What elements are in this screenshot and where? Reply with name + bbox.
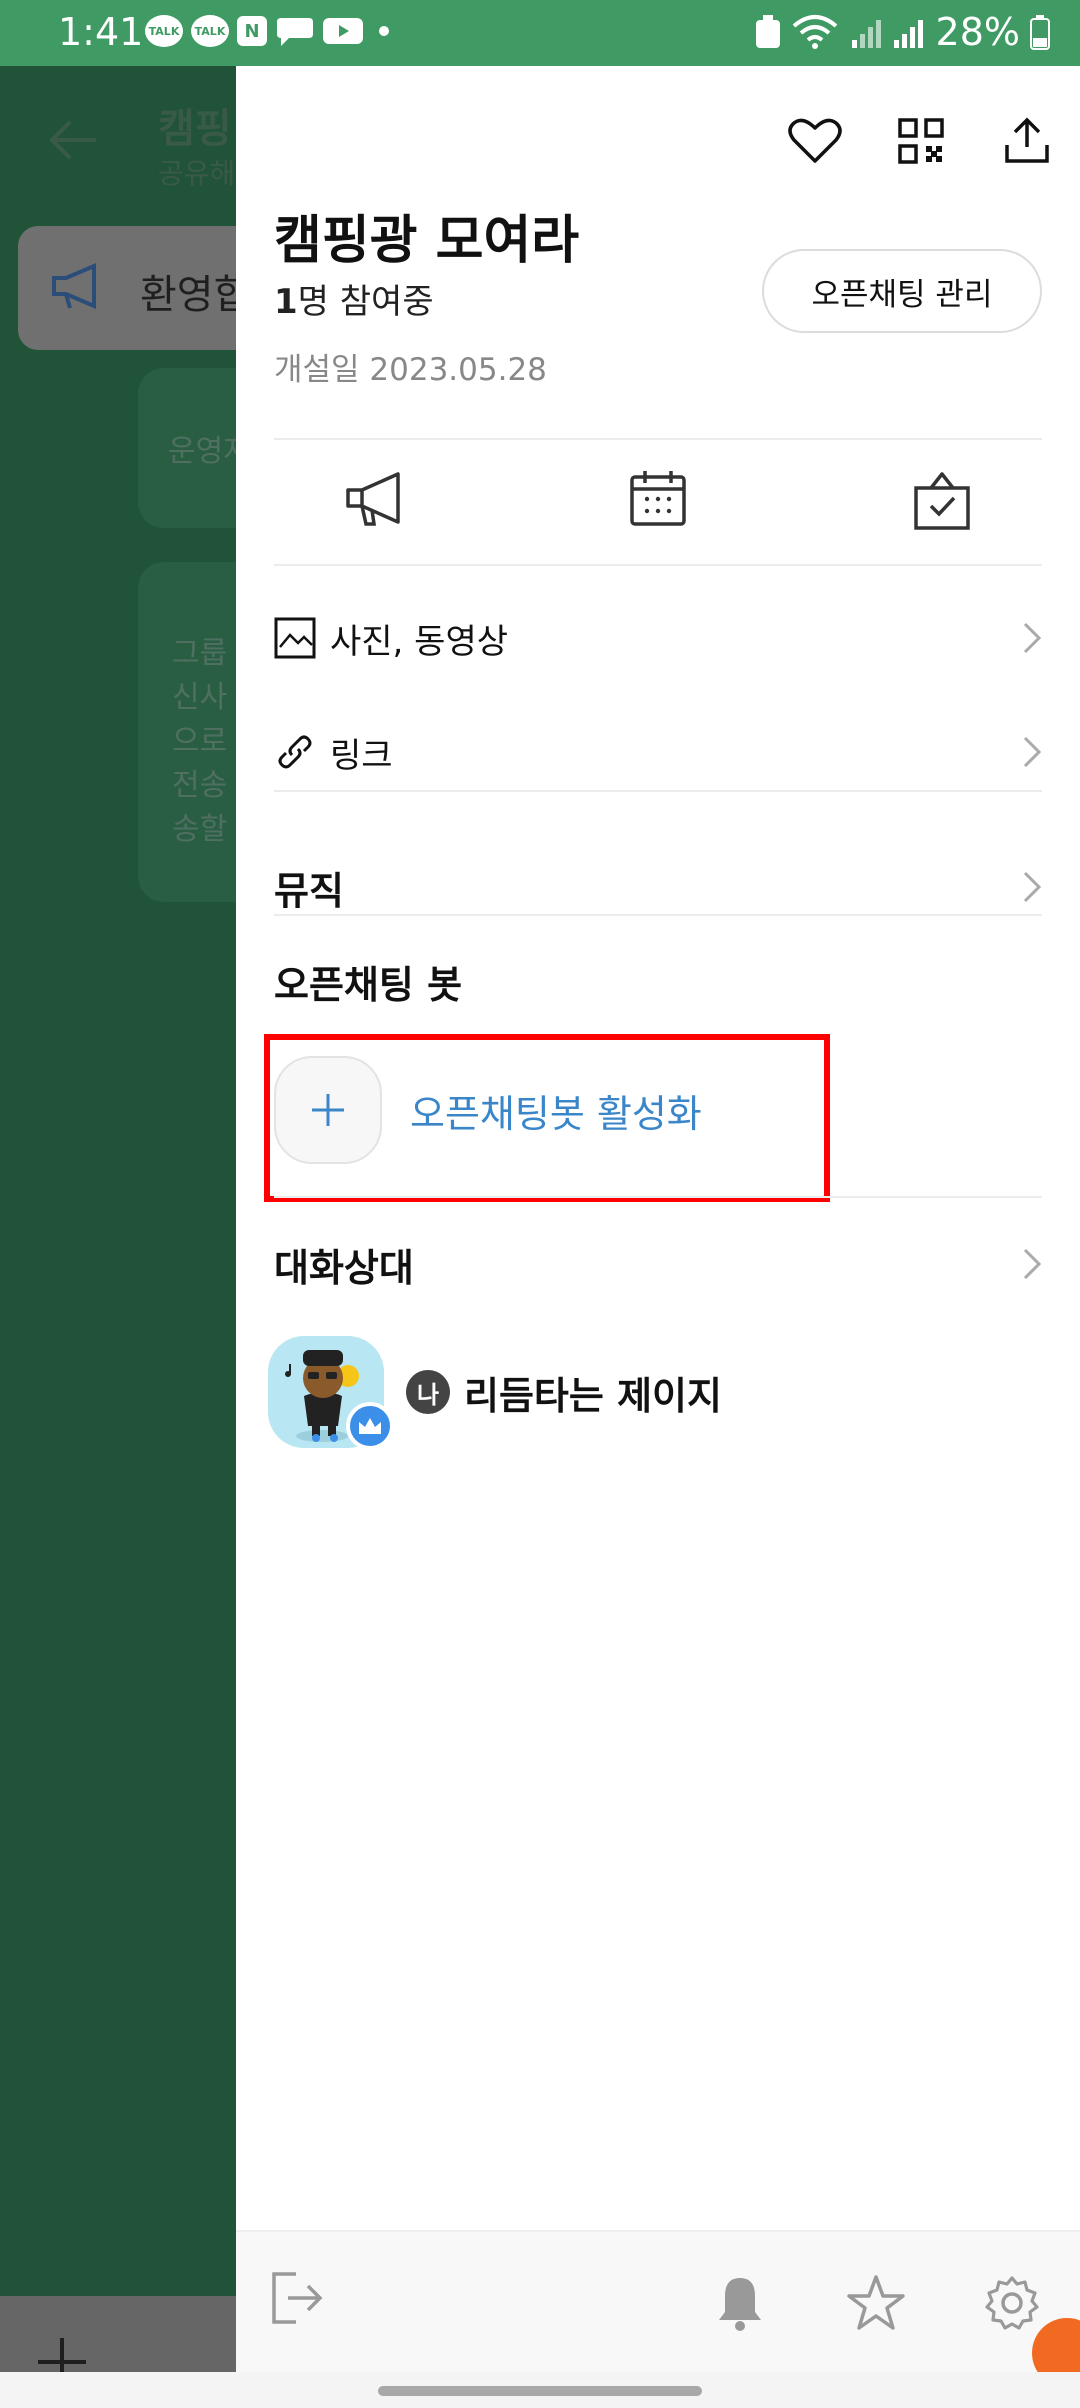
background-message-bubble: 그룹 신사 으로 전송 송할 bbox=[138, 562, 236, 902]
favorite-room-button[interactable] bbox=[808, 2266, 944, 2340]
background-message-text: 운영자 bbox=[168, 434, 236, 469]
menu-music-label: 뮤직 bbox=[274, 868, 344, 913]
background-chat-subtitle: 공유해 bbox=[158, 157, 236, 190]
back-arrow-icon bbox=[49, 120, 96, 160]
crown-icon bbox=[359, 1418, 381, 1434]
image-icon bbox=[274, 617, 316, 659]
menu-photos-videos-label: 사진, 동영상 bbox=[330, 621, 509, 662]
leave-room-button[interactable] bbox=[270, 2270, 324, 2330]
youtube-notification-icon bbox=[323, 18, 363, 44]
member-count-number: 1 bbox=[274, 282, 298, 322]
calendar-icon bbox=[630, 471, 686, 526]
qr-code-button[interactable] bbox=[868, 106, 974, 176]
menu-music[interactable]: 뮤직 bbox=[274, 852, 1042, 922]
open-chat-manage-button[interactable]: 오픈채팅 관리 bbox=[762, 249, 1042, 333]
member-count-suffix: 명 참여중 bbox=[297, 282, 434, 322]
megaphone-icon bbox=[52, 262, 96, 310]
divider bbox=[274, 564, 1042, 566]
member-count: 1명 참여중 bbox=[274, 274, 434, 323]
chat-notification-icon bbox=[277, 18, 313, 46]
share-icon bbox=[1005, 117, 1049, 163]
heart-icon bbox=[788, 118, 842, 163]
chevron-right-icon bbox=[1023, 736, 1042, 768]
signal-roaming-icon bbox=[851, 20, 881, 48]
calendar-button[interactable] bbox=[558, 438, 758, 558]
notification-icons: TALK TALK N bbox=[145, 14, 389, 48]
menu-links[interactable]: 링크 bbox=[274, 712, 1042, 792]
system-status-icons: 28% bbox=[754, 10, 1050, 54]
participants-header[interactable]: 대화상대 bbox=[274, 1224, 1042, 1304]
avatar[interactable] bbox=[268, 1336, 394, 1450]
battery-icon bbox=[1030, 15, 1050, 50]
background-message-text: 그룹 신사 으로 전송 송할 bbox=[172, 636, 228, 847]
quick-actions-row bbox=[274, 438, 1042, 558]
gear-icon bbox=[985, 2276, 1039, 2330]
drawer-bottom-bar bbox=[236, 2230, 1080, 2372]
participant-name: 리듬타는 제이지 bbox=[464, 1373, 722, 1418]
participants-title: 대화상대 bbox=[274, 1245, 414, 1290]
vote-button[interactable] bbox=[842, 438, 1042, 558]
link-icon bbox=[278, 735, 312, 769]
background-chat-overlay[interactable]: 캠핑 공유해 환영합 운영자 그룹 신사 으로 전송 송할 bbox=[0, 66, 236, 2408]
background-message-bubble: 운영자 bbox=[138, 368, 236, 528]
host-crown-badge bbox=[346, 1402, 394, 1450]
divider bbox=[274, 1196, 1042, 1198]
drawer-top-actions bbox=[762, 106, 1080, 176]
chevron-right-icon bbox=[1023, 622, 1042, 654]
bell-icon bbox=[719, 2278, 761, 2331]
background-chat-title: 캠핑 bbox=[158, 106, 232, 152]
signal-icon bbox=[893, 20, 923, 48]
star-icon bbox=[847, 2275, 905, 2330]
status-bar: 1:41 TALK TALK N 28% bbox=[0, 0, 1080, 66]
ballot-box-icon bbox=[914, 472, 970, 530]
background-notice-banner: 환영합 bbox=[18, 226, 236, 350]
plus-icon bbox=[312, 1094, 344, 1126]
qr-code-icon bbox=[898, 118, 944, 164]
system-navigation-bar bbox=[0, 2372, 1080, 2408]
background-notice-text: 환영합 bbox=[140, 272, 236, 318]
activate-open-chat-bot-button[interactable]: 오픈채팅봇 활성화 bbox=[274, 1056, 702, 1164]
open-chat-bot-section-title: 오픈채팅 봇 bbox=[274, 963, 463, 1007]
recycle-icon bbox=[755, 15, 780, 48]
divider bbox=[274, 914, 1042, 916]
wifi-icon bbox=[792, 15, 837, 49]
chat-room-drawer: 캠핑광 모여라 1명 참여중 개설일 2023.05.28 오픈채팅 관리 사진… bbox=[236, 66, 1080, 2408]
share-button[interactable] bbox=[974, 106, 1080, 176]
chevron-right-icon bbox=[1023, 871, 1042, 903]
status-time: 1:41 bbox=[58, 10, 144, 54]
kakaotalk-notification-icon: TALK bbox=[145, 15, 183, 47]
megaphone-icon bbox=[346, 472, 400, 526]
chevron-right-icon bbox=[1023, 1248, 1042, 1280]
add-bot-button[interactable] bbox=[274, 1056, 382, 1164]
favorite-button[interactable] bbox=[762, 106, 868, 176]
naver-notification-icon: N bbox=[237, 16, 267, 46]
bottom-right-actions bbox=[672, 2266, 1080, 2340]
menu-links-label: 링크 bbox=[330, 735, 393, 776]
activate-bot-label: 오픈채팅봇 활성화 bbox=[410, 1091, 702, 1136]
me-badge: 나 bbox=[406, 1370, 450, 1414]
divider bbox=[274, 790, 1042, 792]
notice-button[interactable] bbox=[274, 438, 474, 558]
room-title: 캠핑광 모여라 bbox=[274, 211, 580, 271]
menu-photos-videos[interactable]: 사진, 동영상 bbox=[274, 598, 1042, 678]
battery-percentage: 28% bbox=[935, 10, 1020, 54]
more-notifications-dot bbox=[379, 26, 389, 36]
notification-toggle-button[interactable] bbox=[672, 2266, 808, 2340]
exit-icon bbox=[272, 2272, 323, 2324]
created-date: 개설일 2023.05.28 bbox=[274, 352, 547, 388]
home-gesture-handle[interactable] bbox=[378, 2386, 702, 2396]
participant-row[interactable]: 나 리듬타는 제이지 bbox=[268, 1336, 722, 1450]
app-screen: 1:41 TALK TALK N 28% 캠핑 공유해 환영합 운영자 bbox=[0, 0, 1080, 2408]
kakaotalk-notification-icon: TALK bbox=[191, 15, 229, 47]
